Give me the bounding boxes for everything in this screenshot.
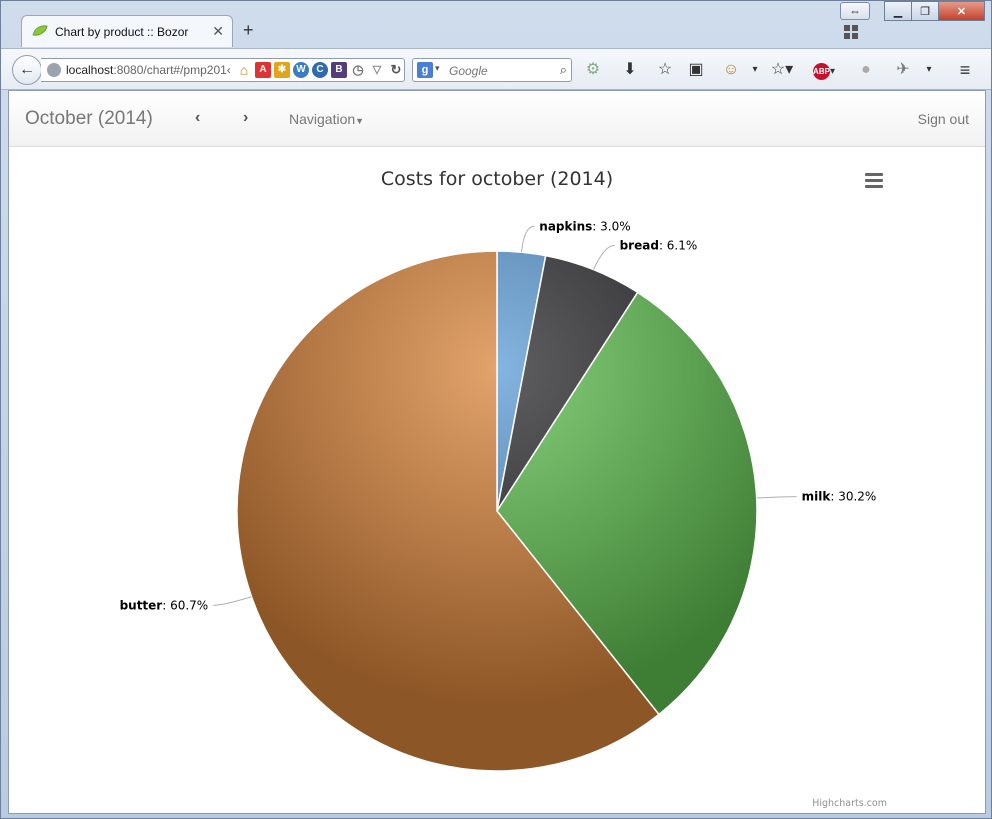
firebug-icon[interactable]: ✱ — [274, 62, 290, 78]
hamburger-menu-icon[interactable]: ≡ — [955, 60, 975, 80]
ghostery-icon[interactable]: ● — [856, 60, 876, 80]
navigation-dropdown[interactable]: Navigation▼ — [289, 111, 364, 127]
maximize-button[interactable]: ❐ — [911, 1, 939, 21]
chart-context-menu-icon[interactable] — [865, 173, 883, 188]
bootstrap-icon[interactable]: B — [331, 62, 347, 78]
reload-icon[interactable]: ↻ — [388, 62, 404, 78]
new-tab-button[interactable]: + — [243, 21, 254, 39]
tab-groups-icon[interactable] — [844, 25, 858, 39]
tab-strip: Chart by product :: Bozor ✕ + ⇔ ▁ ❐ ✕ — [1, 1, 991, 49]
resize-icon[interactable]: ⇔ — [840, 2, 870, 20]
data-label-napkins: napkins: 3.0% — [539, 219, 630, 233]
chevron-down-icon[interactable]: ▽ — [369, 62, 385, 78]
url-text[interactable]: localhost:8080/chart#/pmp201‹ — [66, 63, 231, 77]
url-bar[interactable]: localhost:8080/chart#/pmp201‹ ⌂ A ✱ W C … — [41, 58, 405, 82]
data-label-milk: milk: 30.2% — [802, 490, 877, 504]
connector-bread — [593, 244, 615, 270]
search-icon[interactable]: ⌕ — [560, 62, 567, 78]
chevron-left-icon[interactable]: ‹ — [195, 109, 200, 127]
caret-down-icon: ▼ — [355, 116, 365, 126]
close-tab-icon[interactable]: ✕ — [212, 23, 224, 40]
search-engine-dropdown-icon[interactable]: ▾ — [435, 63, 440, 74]
overflow-dropdown-icon[interactable]: ▾ — [923, 60, 935, 80]
home-icon[interactable]: ⌂ — [236, 62, 252, 78]
search-bar[interactable]: g ▾ Google ⌕ — [412, 58, 572, 82]
clipboard-icon[interactable]: ▣ — [687, 60, 705, 80]
pie-chart: Costs for october (2014) napkins: 3.0% br… — [120, 168, 887, 809]
search-input[interactable]: Google — [449, 64, 488, 78]
minimize-button[interactable]: ▁ — [884, 1, 912, 21]
angular-icon[interactable]: A — [255, 62, 271, 78]
close-window-button[interactable]: ✕ — [938, 1, 985, 21]
back-arrow-icon[interactable]: ← — [12, 55, 42, 85]
browser-window: Chart by product :: Bozor ✕ + ⇔ ▁ ❐ ✕ ← … — [0, 0, 992, 819]
app-navbar: October (2014) ‹ › Navigation▼ Sign out — [9, 91, 985, 147]
connector-milk — [756, 496, 797, 499]
globe-icon — [47, 63, 61, 77]
sign-out-link[interactable]: Sign out — [918, 111, 969, 127]
connector-butter — [213, 596, 252, 606]
data-label-bread: bread: 6.1% — [620, 238, 698, 252]
chart-credits[interactable]: Highcharts.com — [812, 798, 887, 809]
menu-dropdown-icon[interactable]: ▾ — [749, 60, 761, 80]
bookmark-star-icon[interactable]: ☆▾ — [769, 60, 795, 80]
connector-napkins — [520, 225, 535, 253]
colorzilla-icon[interactable]: C — [312, 62, 328, 78]
chevron-right-icon[interactable]: › — [243, 109, 248, 127]
extension-icon[interactable]: ⚙ — [584, 60, 602, 80]
browser-toolbar: ← localhost:8080/chart#/pmp201‹ ⌂ A ✱ W … — [1, 48, 991, 90]
download-icon[interactable]: ⬇ — [621, 60, 639, 80]
wappalyzer-icon[interactable]: W — [293, 62, 309, 78]
pie-chart-container: Costs for october (2014) napkins: 3.0% br… — [9, 148, 985, 813]
page-title[interactable]: October (2014) — [25, 108, 153, 130]
google-icon[interactable]: g — [417, 62, 433, 78]
addon-icons: ⌂ A ✱ W C B ◷ ▽ ↻ — [236, 62, 404, 78]
data-label-butter: butter: 60.7% — [120, 598, 209, 612]
firebug-bug-icon[interactable]: ✈ — [894, 60, 912, 80]
clock-icon[interactable]: ◷ — [350, 62, 366, 78]
adblock-icon[interactable]: ABP▾ — [809, 60, 839, 80]
chart-title: Costs for october (2014) — [381, 168, 613, 190]
star-icon[interactable]: ☆ — [656, 60, 674, 80]
leaf-icon — [32, 25, 48, 36]
browser-tab[interactable]: Chart by product :: Bozor ✕ — [21, 15, 233, 47]
avatar-icon[interactable]: ☺ — [721, 60, 741, 80]
tab-title: Chart by product :: Bozor — [55, 25, 189, 39]
page-viewport: October (2014) ‹ › Navigation▼ Sign out … — [8, 90, 986, 814]
